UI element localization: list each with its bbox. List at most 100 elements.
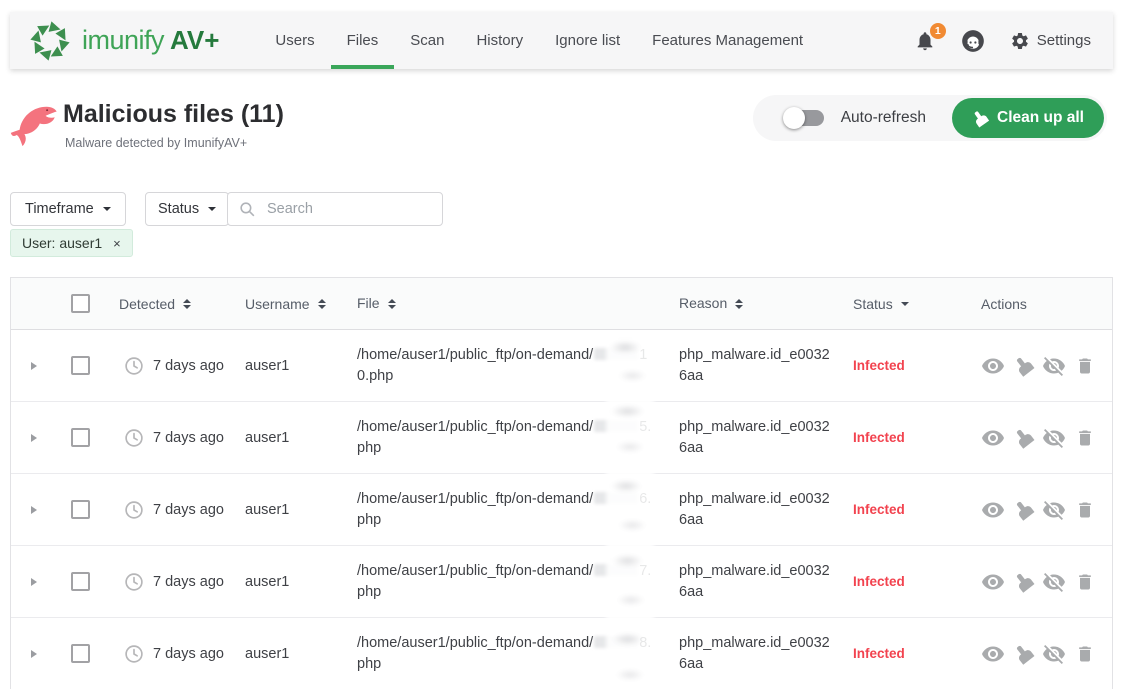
navbar-right: 1 Settings (914, 12, 1091, 69)
sort-icon (735, 299, 743, 309)
reason-value: php_malware.id_e00326aa (675, 345, 847, 387)
timeframe-dropdown[interactable]: Timeframe (10, 192, 126, 226)
search-box (227, 192, 443, 226)
chip-close-icon[interactable]: × (113, 237, 121, 250)
clock-icon (123, 571, 145, 593)
ignore-icon[interactable] (1042, 570, 1066, 594)
delete-icon[interactable] (1075, 572, 1095, 592)
status-badge: Infected (853, 646, 905, 661)
redacted-filename (594, 348, 638, 360)
auto-refresh-label: Auto-refresh (841, 109, 926, 127)
table-row: 7 days ago auser1 /home/auser1/public_ft… (11, 474, 1112, 546)
cleanup-icon[interactable] (1014, 356, 1033, 375)
ignore-icon[interactable] (1042, 426, 1066, 450)
file-path: /home/auser1/public_ftp/on-demand/8. php (357, 633, 675, 675)
cleanup-icon[interactable] (1014, 428, 1033, 447)
brand-suffix: AV+ (170, 25, 219, 56)
page-title: Malicious files (11) (63, 100, 284, 129)
view-file-icon[interactable] (981, 642, 1005, 666)
delete-icon[interactable] (1075, 644, 1095, 664)
status-badge: Infected (853, 502, 905, 517)
username-value: auser1 (245, 574, 289, 590)
ignore-icon[interactable] (1042, 498, 1066, 522)
detected-value: 7 days ago (153, 358, 224, 374)
ignore-icon[interactable] (1042, 354, 1066, 378)
nav-item-scan[interactable]: Scan (394, 12, 460, 69)
redacted-filename (594, 420, 638, 432)
gear-icon (1010, 31, 1030, 51)
nav-item-history[interactable]: History (460, 12, 539, 69)
toggle-knob (783, 107, 805, 129)
table-header: Detected Username File Reason (11, 278, 1112, 330)
support-button[interactable] (960, 28, 986, 54)
shark-icon (10, 97, 60, 151)
filter-caret-icon (901, 302, 909, 306)
expand-caret-icon[interactable] (31, 650, 37, 658)
sort-icon (388, 299, 396, 309)
top-navbar: imunify AV+ UsersFilesScanHistoryIgnore … (10, 12, 1113, 69)
nav-item-users[interactable]: Users (259, 12, 330, 69)
brand-word: imunify (82, 25, 164, 56)
view-file-icon[interactable] (981, 354, 1005, 378)
expand-caret-icon[interactable] (31, 578, 37, 586)
row-checkbox[interactable] (71, 428, 90, 447)
view-file-icon[interactable] (981, 498, 1005, 522)
imunify-logo-icon (28, 19, 72, 63)
cleanup-icon[interactable] (1014, 644, 1033, 663)
table-row: 7 days ago auser1 /home/auser1/public_ft… (11, 402, 1112, 474)
table-row: 7 days ago auser1 /home/auser1/public_ft… (11, 330, 1112, 402)
auto-refresh-toggle[interactable] (783, 107, 827, 129)
expand-caret-icon[interactable] (31, 434, 37, 442)
column-detected[interactable]: Detected (119, 296, 191, 312)
select-all-checkbox[interactable] (71, 294, 90, 313)
row-checkbox[interactable] (71, 500, 90, 519)
row-checkbox[interactable] (71, 644, 90, 663)
row-checkbox[interactable] (71, 356, 90, 375)
notifications-button[interactable]: 1 (914, 30, 936, 52)
reason-value: php_malware.id_e00326aa (675, 633, 847, 675)
reason-value: php_malware.id_e00326aa (675, 489, 847, 531)
brand-logo[interactable]: imunify AV+ (28, 12, 219, 69)
nav-item-features-management[interactable]: Features Management (636, 12, 819, 69)
clean-up-all-button[interactable]: Clean up all (952, 98, 1104, 138)
status-badge: Infected (853, 430, 905, 445)
column-username[interactable]: Username (245, 296, 326, 312)
column-reason[interactable]: Reason (679, 293, 743, 314)
settings-button[interactable]: Settings (1010, 31, 1091, 51)
view-file-icon[interactable] (981, 426, 1005, 450)
file-path: /home/auser1/public_ftp/on-demand/6. php (357, 489, 675, 531)
column-file[interactable]: File (357, 293, 396, 314)
search-input[interactable] (265, 200, 432, 218)
delete-icon[interactable] (1075, 356, 1095, 376)
expand-caret-icon[interactable] (31, 362, 37, 370)
status-badge: Infected (853, 358, 905, 373)
clock-icon (123, 643, 145, 665)
support-icon (960, 28, 986, 54)
clock-icon (123, 427, 145, 449)
ignore-icon[interactable] (1042, 642, 1066, 666)
broom-icon (969, 107, 991, 129)
cleanup-icon[interactable] (1014, 500, 1033, 519)
page-subtitle: Malware detected by ImunifyAV+ (65, 136, 247, 150)
file-path: /home/auser1/public_ftp/on-demand/7. php (357, 561, 675, 603)
file-path: /home/auser1/public_ftp/on-demand/1 0.ph… (357, 345, 675, 387)
expand-caret-icon[interactable] (31, 506, 37, 514)
row-checkbox[interactable] (71, 572, 90, 591)
status-dropdown[interactable]: Status (145, 192, 229, 226)
notification-badge: 1 (930, 23, 946, 39)
delete-icon[interactable] (1075, 428, 1095, 448)
table-body: 7 days ago auser1 /home/auser1/public_ft… (11, 330, 1112, 689)
column-status[interactable]: Status (853, 296, 909, 312)
nav-item-files[interactable]: Files (331, 12, 395, 69)
delete-icon[interactable] (1075, 500, 1095, 520)
nav-item-ignore-list[interactable]: Ignore list (539, 12, 636, 69)
search-icon (238, 200, 257, 219)
redacted-filename (594, 636, 638, 648)
username-value: auser1 (245, 502, 289, 518)
view-file-icon[interactable] (981, 570, 1005, 594)
status-filter-label: Status (158, 201, 199, 217)
clean-up-all-label: Clean up all (997, 109, 1084, 127)
cleanup-icon[interactable] (1014, 572, 1033, 591)
chevron-down-icon (103, 207, 111, 211)
column-actions: Actions (981, 296, 1027, 312)
